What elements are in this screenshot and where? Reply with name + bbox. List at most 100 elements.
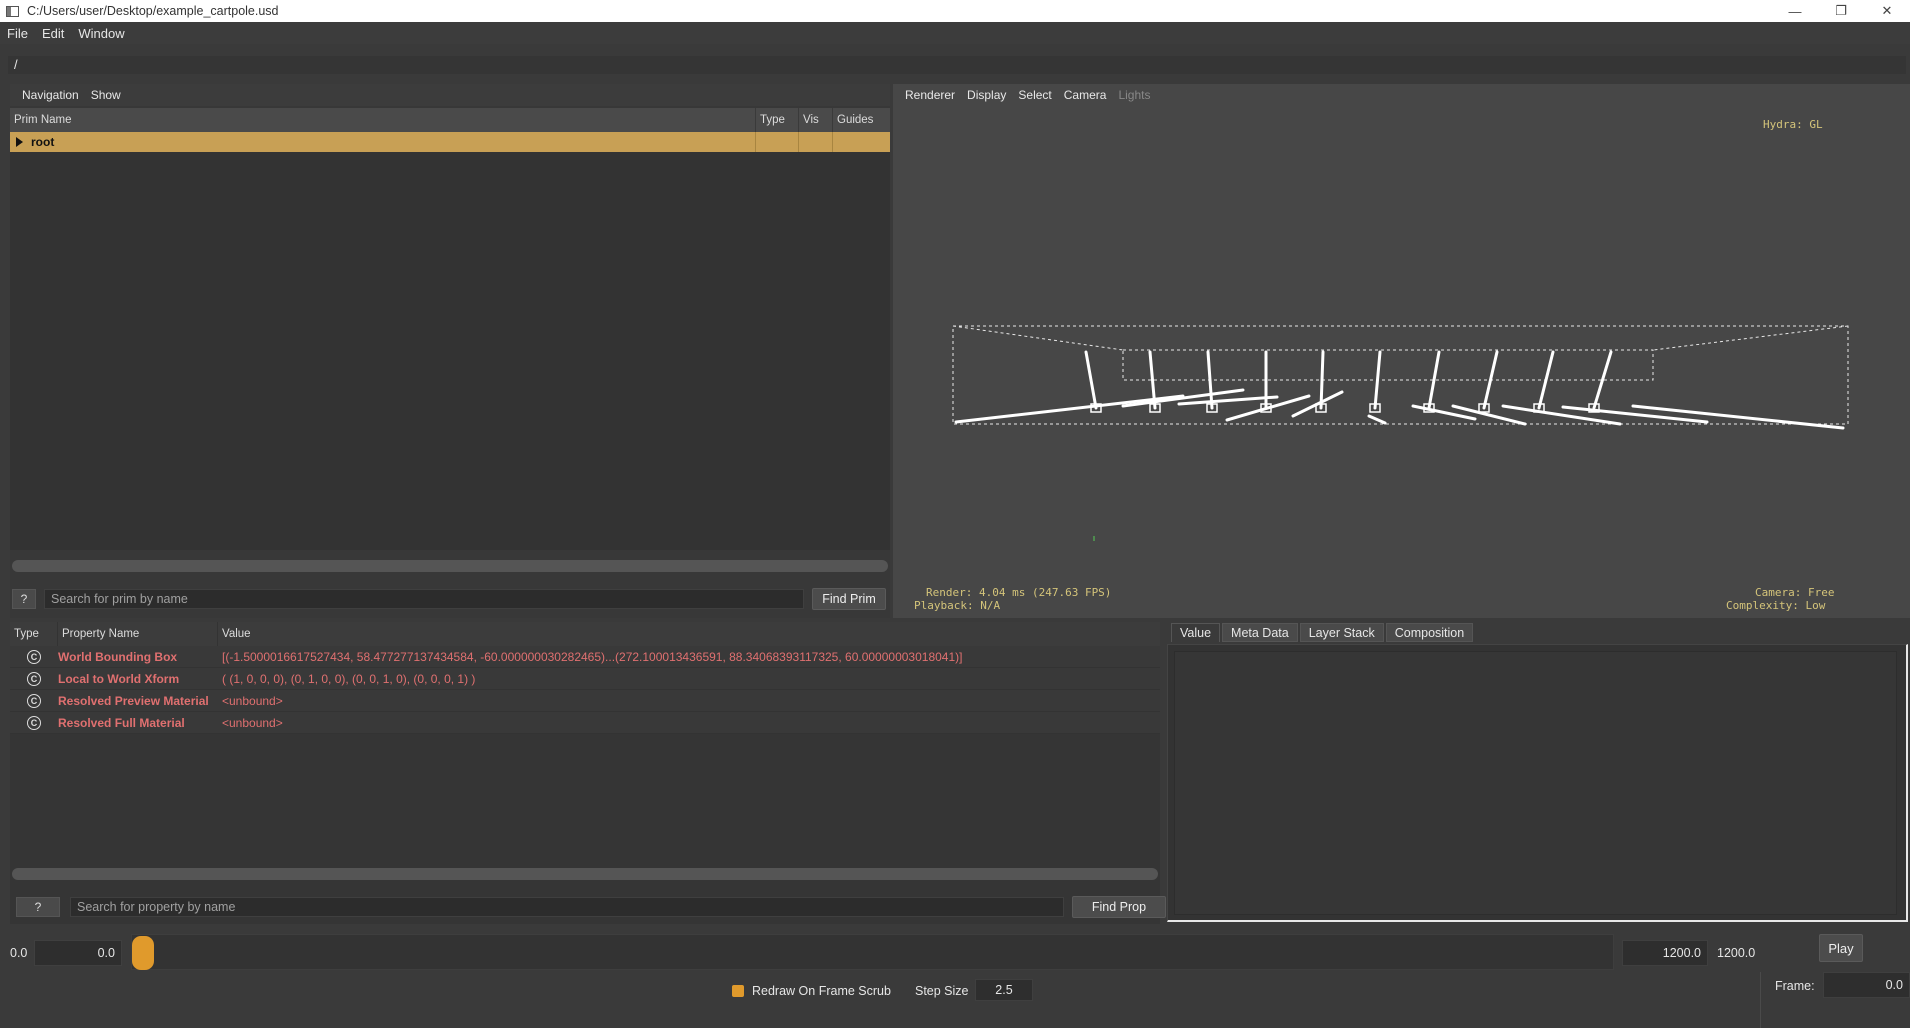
cartpole-instances xyxy=(954,350,1845,430)
tab-meta-data[interactable]: Meta Data xyxy=(1222,623,1298,642)
prim-row-root[interactable]: root xyxy=(10,132,890,152)
column-prop-type[interactable]: Type xyxy=(10,622,58,646)
tab-composition[interactable]: Composition xyxy=(1385,623,1474,642)
column-guides[interactable]: Guides xyxy=(833,108,890,132)
find-prim-button[interactable]: Find Prim xyxy=(812,588,886,610)
column-prop-name[interactable]: Property Name xyxy=(58,622,218,646)
prim-search-row: ? Find Prim xyxy=(12,588,886,610)
pole xyxy=(1206,350,1214,410)
column-vis[interactable]: Vis xyxy=(799,108,833,132)
inspector-tabs: Value Meta Data Layer Stack Composition xyxy=(1165,620,1910,642)
property-scrollbar[interactable] xyxy=(12,868,1158,880)
property-value: ( (1, 0, 0, 0), (0, 1, 0, 0), (0, 0, 1, … xyxy=(222,671,476,686)
step-size-field[interactable]: 2.5 xyxy=(975,979,1033,1001)
menu-edit[interactable]: Edit xyxy=(35,26,71,41)
column-prim-name[interactable]: Prim Name xyxy=(10,108,756,132)
value-view xyxy=(1167,644,1908,922)
pole xyxy=(1373,350,1382,410)
prim-tree: Prim Name Type Vis Guides root xyxy=(10,108,890,550)
3d-viewport[interactable]: Hydra: GL Render: 4.04 ms (247.63 FPS) P… xyxy=(893,106,1910,618)
column-prop-value[interactable]: Value xyxy=(218,622,1160,646)
display-menu[interactable]: Display xyxy=(961,88,1012,102)
property-list: C World Bounding Box [(-1.50000166175274… xyxy=(10,646,1160,734)
prim-tree-header: Prim Name Type Vis Guides xyxy=(10,108,890,132)
tab-layer-stack[interactable]: Layer Stack xyxy=(1299,623,1384,642)
attribute-inspector-panel: Value Meta Data Layer Stack Composition xyxy=(1165,620,1910,922)
select-menu[interactable]: Select xyxy=(1012,88,1057,102)
expand-triangle-icon[interactable] xyxy=(16,137,23,147)
viewport-panel: Renderer Display Select Camera Lights Hy… xyxy=(893,84,1910,618)
redraw-on-scrub-checkbox[interactable] xyxy=(732,985,744,997)
rail xyxy=(1367,414,1387,425)
start-frame-field[interactable]: 0.0 xyxy=(34,940,122,966)
end-frame-field[interactable]: 1200.0 xyxy=(1622,940,1708,966)
rail xyxy=(954,394,1185,424)
redraw-on-scrub-label: Redraw On Frame Scrub xyxy=(752,984,891,998)
prim-name: root xyxy=(31,135,55,149)
property-search-input[interactable] xyxy=(70,897,1064,917)
prim-vis[interactable] xyxy=(799,132,833,152)
camera-menu[interactable]: Camera xyxy=(1058,88,1113,102)
menu-window[interactable]: Window xyxy=(71,26,131,41)
close-button[interactable]: ✕ xyxy=(1864,0,1910,22)
lights-menu[interactable]: Lights xyxy=(1112,88,1156,102)
prim-tree-scrollbar[interactable] xyxy=(12,560,888,572)
rail xyxy=(1501,404,1622,426)
renderer-menu[interactable]: Renderer xyxy=(899,88,961,102)
end-frame-label: 1200.0 xyxy=(1717,946,1756,960)
timeline-bar: 0.0 0.0 1200.0 1200.0 Play Redraw On Fra… xyxy=(0,930,1910,1028)
frame-field[interactable]: 0.0 xyxy=(1823,972,1910,998)
show-menu[interactable]: Show xyxy=(85,88,127,102)
frame-slider-handle[interactable] xyxy=(132,936,154,970)
property-header: Type Property Name Value xyxy=(10,622,1160,646)
frame-label: Frame: xyxy=(1775,979,1815,993)
property-value: [(-1.5000016617527434, 58.47727713743458… xyxy=(222,649,963,664)
property-value: <unbound> xyxy=(222,715,283,730)
prim-guides[interactable] xyxy=(833,132,890,152)
menu-file[interactable]: File xyxy=(0,26,35,41)
property-panel: Type Property Name Value C World Boundin… xyxy=(10,622,1166,924)
computed-attribute-icon: C xyxy=(27,715,41,730)
prim-help-button[interactable]: ? xyxy=(12,589,36,609)
property-name: World Bounding Box xyxy=(58,649,178,664)
property-row[interactable]: C World Bounding Box [(-1.50000166175274… xyxy=(10,646,1160,668)
prim-browser-panel: Navigation Show Prim Name Type Vis Guide… xyxy=(10,84,890,618)
pole xyxy=(1319,350,1325,410)
hud-renderer: Hydra: GL xyxy=(1763,118,1823,131)
frame-slider[interactable] xyxy=(131,934,1614,970)
restore-button[interactable]: ❐ xyxy=(1818,0,1864,22)
property-help-button[interactable]: ? xyxy=(16,897,60,917)
hud-complexity: Complexity: Low xyxy=(1726,599,1826,612)
window-controls: — ❐ ✕ xyxy=(1772,0,1910,22)
pole xyxy=(1592,350,1613,410)
navigation-menu[interactable]: Navigation xyxy=(16,88,85,102)
property-row[interactable]: C Resolved Full Material <unbound> xyxy=(10,712,1160,734)
value-content-area[interactable] xyxy=(1174,651,1897,915)
prim-browser-toolbar: Navigation Show xyxy=(10,84,890,106)
viewport-toolbar: Renderer Display Select Camera Lights xyxy=(893,84,1910,106)
property-value: <unbound> xyxy=(222,693,283,708)
computed-attribute-icon: C xyxy=(27,693,41,708)
property-name: Resolved Preview Material xyxy=(58,693,209,708)
computed-attribute-icon: C xyxy=(27,649,41,664)
minimize-button[interactable]: — xyxy=(1772,0,1818,22)
menu-bar: File Edit Window xyxy=(0,22,1910,44)
bounding-box xyxy=(952,325,1849,425)
tab-value[interactable]: Value xyxy=(1171,623,1221,642)
start-frame-label: 0.0 xyxy=(10,946,28,960)
property-name: Local to World Xform xyxy=(58,671,180,686)
play-button[interactable]: Play xyxy=(1819,934,1863,962)
step-size-label: Step Size xyxy=(915,984,969,998)
property-name: Resolved Full Material xyxy=(58,715,185,730)
pole xyxy=(1084,350,1098,410)
prim-path-field[interactable]: / xyxy=(8,56,1906,74)
timeline-divider xyxy=(1760,972,1761,1028)
find-prop-button[interactable]: Find Prop xyxy=(1072,896,1166,918)
property-search-row: ? Find Prop xyxy=(16,896,1166,918)
property-row[interactable]: C Resolved Preview Material <unbound> xyxy=(10,690,1160,712)
column-type[interactable]: Type xyxy=(756,108,799,132)
property-row[interactable]: C Local to World Xform ( (1, 0, 0, 0), (… xyxy=(10,668,1160,690)
prim-search-input[interactable] xyxy=(44,589,804,609)
hud-camera: Camera: Free xyxy=(1755,586,1835,599)
hud-playback: Playback: N/A xyxy=(914,599,1001,612)
